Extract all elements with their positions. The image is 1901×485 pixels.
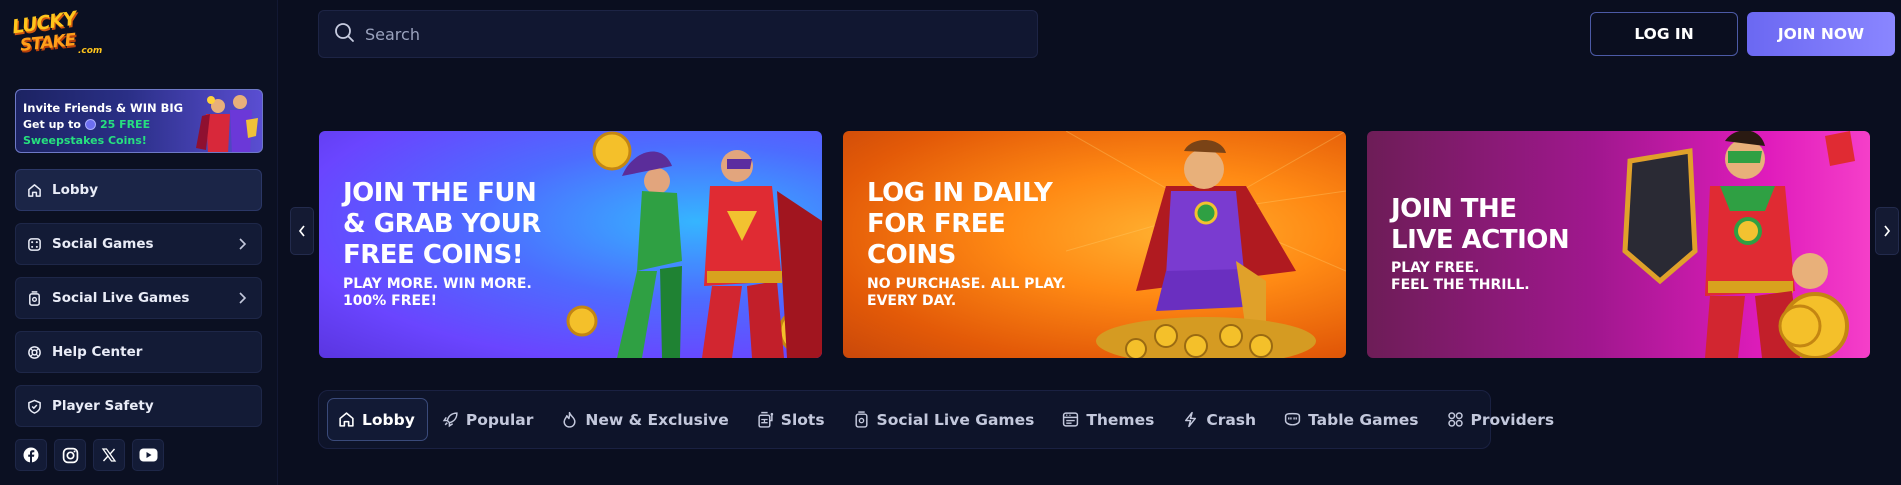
sidebar-item-social-live-games[interactable]: Social Live Games: [15, 277, 262, 319]
tab-label: Crash: [1206, 410, 1257, 429]
sidebar-item-player-safety[interactable]: Player Safety: [15, 385, 262, 427]
sidebar-item-label: Social Live Games: [52, 290, 190, 306]
tab-crash[interactable]: Crash: [1170, 398, 1270, 441]
heroes-illustration: [196, 95, 258, 152]
instagram-icon[interactable]: [54, 439, 86, 471]
tab-slots[interactable]: Slots: [745, 398, 839, 441]
tab-lobby[interactable]: Lobby: [327, 398, 428, 441]
promo-offer: Get up to 25 FREE: [23, 118, 150, 131]
carousel-prev-button[interactable]: [290, 207, 314, 255]
tab-label: Popular: [465, 410, 534, 429]
sidebar-item-label: Player Safety: [52, 398, 154, 414]
chevron-right-icon: [1884, 225, 1891, 237]
chevron-left-icon: [298, 225, 305, 237]
tab-themes[interactable]: Themes: [1050, 398, 1168, 441]
promo-banner-daily-login[interactable]: LOG IN DAILY FOR FREE COINS NO PURCHASE.…: [843, 131, 1346, 358]
search-input[interactable]: [365, 24, 1005, 44]
banner-title: JOIN THE LIVE ACTION: [1391, 194, 1570, 255]
youtube-icon[interactable]: [132, 439, 164, 471]
tab-popular[interactable]: Popular: [430, 398, 548, 441]
sidebar-item-label: Lobby: [52, 182, 99, 198]
promo-banner-join-the-fun[interactable]: JOIN THE FUN & GRAB YOUR FREE COINS! PLA…: [319, 131, 822, 358]
dice-icon: [26, 236, 42, 252]
promo-offer-suffix: Sweepstakes Coins!: [23, 134, 147, 147]
sidebar: LUCKY STAKE .com Invite Friends & WIN BI…: [0, 0, 278, 485]
live-cards-icon: [854, 411, 868, 428]
promo-banner-live-action[interactable]: JOIN THE LIVE ACTION PLAY FREE. FEEL THE…: [1367, 131, 1870, 358]
hero-with-shield-illustration: [1622, 131, 1855, 358]
chevron-right-icon: [237, 291, 247, 309]
tab-social-live-games[interactable]: Social Live Games: [841, 398, 1049, 441]
logo-text-stake: STAKE: [19, 30, 77, 56]
live-cards-icon: [26, 290, 42, 306]
sidebar-item-lobby[interactable]: Lobby: [15, 169, 262, 211]
slot-machine-icon: [758, 411, 773, 428]
x-icon[interactable]: [93, 439, 125, 471]
brand-logo[interactable]: LUCKY STAKE .com: [10, 8, 103, 56]
table-icon: [1284, 412, 1301, 426]
promo-offer-amount: 25 FREE: [99, 118, 151, 131]
sidebar-item-label: Help Center: [52, 344, 143, 360]
grid-icon: [1447, 412, 1463, 427]
search-icon: [333, 21, 355, 47]
tab-label: Table Games: [1308, 410, 1419, 429]
home-icon: [26, 182, 42, 198]
heroes-illustration: [566, 131, 822, 358]
tab-label: Providers: [1470, 410, 1555, 429]
lightning-icon: [1185, 411, 1197, 428]
logo-text-suffix: .com: [78, 46, 103, 56]
carousel-next-button[interactable]: [1875, 207, 1899, 255]
sidebar-item-social-games[interactable]: Social Games: [15, 223, 262, 265]
banner-subtitle: PLAY FREE. FEEL THE THRILL.: [1391, 260, 1530, 293]
rocket-icon: [442, 412, 458, 428]
hero-on-coin-throne-illustration: [1066, 131, 1346, 358]
tab-label: Slots: [780, 410, 825, 429]
shield-check-icon: [26, 398, 42, 414]
facebook-icon[interactable]: [15, 439, 47, 471]
tab-label: Themes: [1086, 410, 1155, 429]
sidebar-item-help-center[interactable]: Help Center: [15, 331, 262, 373]
themes-icon: [1063, 412, 1079, 427]
banner-title: LOG IN DAILY FOR FREE COINS: [867, 178, 1053, 270]
chevron-right-icon: [237, 237, 247, 255]
sidebar-item-label: Social Games: [52, 236, 154, 252]
tab-label: Social Live Games: [876, 410, 1035, 429]
banner-subtitle: PLAY MORE. WIN MORE. 100% FREE!: [343, 276, 532, 309]
promo-offer-prefix: Get up to: [23, 118, 81, 131]
tab-new-exclusive[interactable]: New & Exclusive: [549, 398, 742, 441]
join-now-button[interactable]: JOIN NOW: [1747, 12, 1895, 56]
home-icon: [339, 412, 354, 427]
tab-providers[interactable]: Providers: [1435, 398, 1569, 441]
search-bar[interactable]: [318, 10, 1038, 58]
tab-label: New & Exclusive: [585, 410, 729, 429]
banner-subtitle: NO PURCHASE. ALL PLAY. EVERY DAY.: [867, 276, 1066, 309]
banner-title: JOIN THE FUN & GRAB YOUR FREE COINS!: [343, 178, 541, 270]
lifebuoy-icon: [26, 344, 42, 360]
tab-label: Lobby: [362, 410, 415, 429]
login-button[interactable]: LOG IN: [1590, 12, 1738, 56]
app-root: LUCKY STAKE .com Invite Friends & WIN BI…: [0, 0, 1901, 485]
category-tabs: Lobby Popular New & Exclusive Slots Soci…: [318, 390, 1554, 449]
social-links: [15, 439, 164, 471]
tab-table-games[interactable]: Table Games: [1272, 398, 1432, 441]
promo-headline: Invite Friends & WIN BIG: [23, 101, 184, 115]
flame-icon: [563, 411, 576, 428]
coin-icon: [84, 119, 96, 130]
invite-friends-promo[interactable]: Invite Friends & WIN BIG Get up to 25 FR…: [15, 89, 263, 153]
